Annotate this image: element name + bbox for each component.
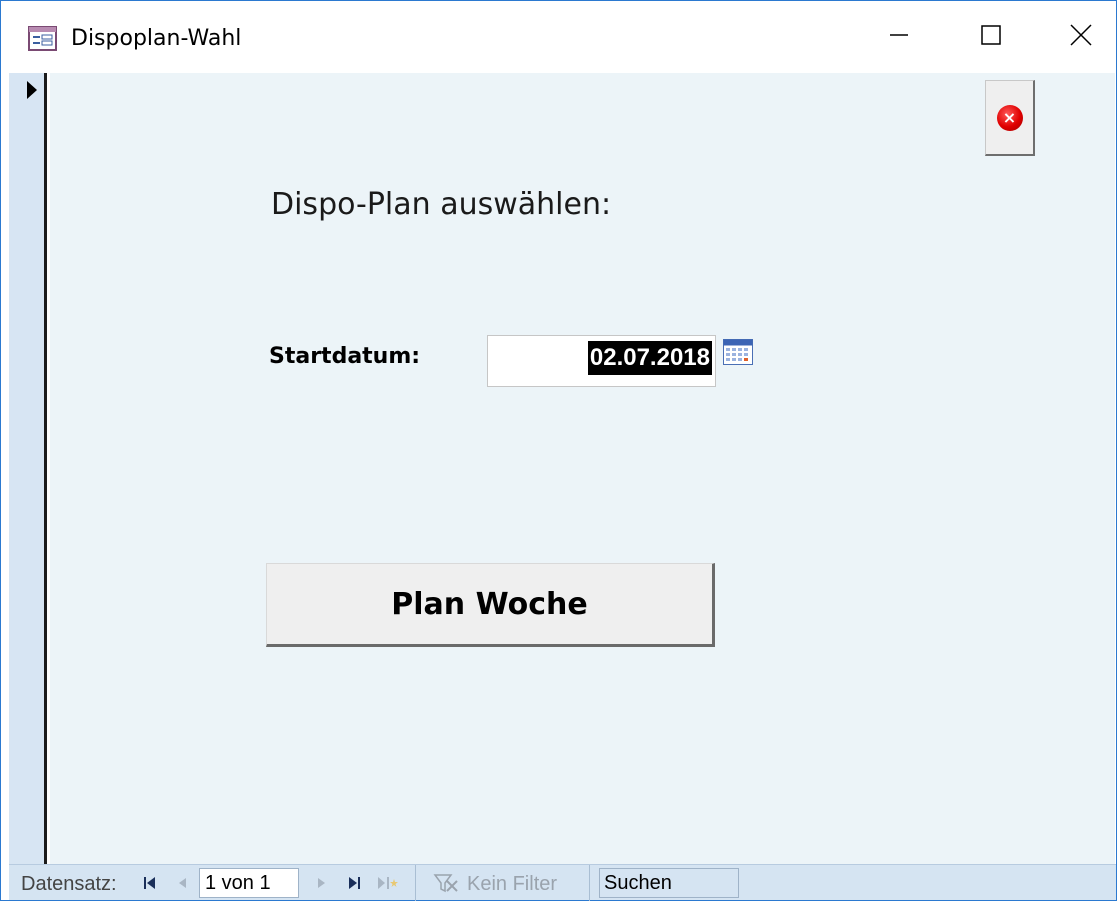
- calendar-icon[interactable]: [723, 339, 753, 365]
- minimize-button[interactable]: [853, 1, 945, 73]
- record-selector[interactable]: [9, 73, 47, 864]
- plan-week-button[interactable]: Plan Woche: [266, 563, 715, 647]
- record-position-field[interactable]: 1 von 1: [199, 868, 299, 898]
- application-window: Dispoplan-Wahl × Dispo-Plan auswählen: S…: [0, 0, 1117, 901]
- minimize-icon: [889, 25, 909, 49]
- start-date-field[interactable]: 02.07.2018: [487, 335, 716, 387]
- window-title: Dispoplan-Wahl: [71, 26, 242, 51]
- title-bar[interactable]: Dispoplan-Wahl: [1, 1, 1116, 73]
- new-record-icon[interactable]: [375, 873, 401, 893]
- close-icon: [1070, 24, 1092, 50]
- first-record-icon[interactable]: [141, 873, 159, 893]
- next-record-icon[interactable]: [315, 873, 329, 893]
- maximize-button[interactable]: [945, 1, 1037, 73]
- red-close-icon: ×: [996, 104, 1023, 131]
- start-date-label: Startdatum:: [269, 344, 421, 369]
- close-form-button[interactable]: ×: [985, 80, 1035, 156]
- last-record-icon[interactable]: [345, 873, 363, 893]
- window-close-button[interactable]: [1035, 1, 1117, 73]
- nav-separator: [415, 865, 416, 901]
- record-label: Datensatz:: [21, 873, 117, 895]
- start-date-value[interactable]: 02.07.2018: [587, 341, 712, 375]
- maximize-icon: [981, 25, 1001, 49]
- previous-record-icon[interactable]: [175, 873, 189, 893]
- filter-status[interactable]: Kein Filter: [467, 873, 557, 896]
- current-record-arrow-icon: [27, 81, 37, 99]
- form-heading: Dispo-Plan auswählen:: [271, 187, 612, 222]
- form-icon: [28, 25, 58, 53]
- search-input[interactable]: [599, 868, 739, 898]
- filter-icon: [431, 873, 461, 893]
- nav-separator: [589, 865, 590, 901]
- record-navigation-bar: Datensatz: 1 von 1 Kein Filter: [9, 864, 1116, 901]
